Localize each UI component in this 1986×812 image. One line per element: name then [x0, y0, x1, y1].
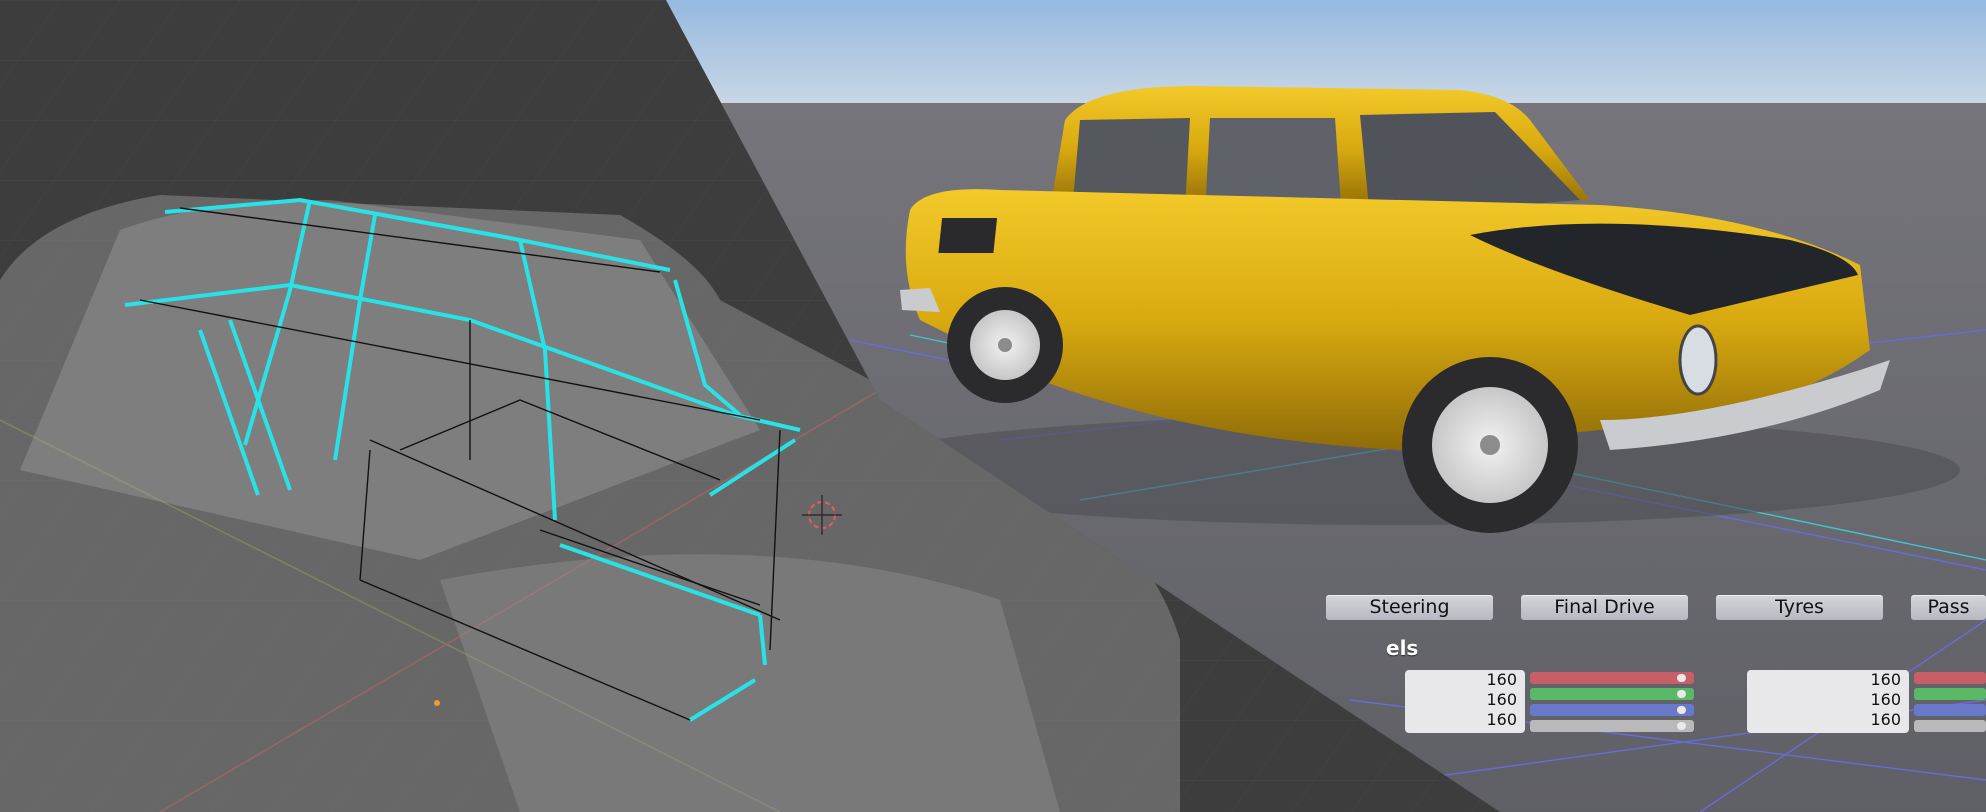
tab-pass[interactable]: Pass — [1911, 595, 1986, 620]
slider-knob[interactable] — [1677, 674, 1686, 682]
wheels-section-title: els — [1386, 636, 1419, 660]
value-blue: 160 — [1486, 710, 1517, 729]
origin-dot-icon — [434, 700, 440, 706]
settings-tab-bar: Steering Final Drive Tyres Pass — [1326, 595, 1986, 621]
blue-slider-2[interactable] — [1914, 704, 1986, 716]
value-green: 160 — [1486, 690, 1517, 709]
red-slider[interactable] — [1530, 672, 1694, 684]
tab-steering[interactable]: Steering — [1326, 595, 1493, 620]
gray-slider[interactable] — [1530, 720, 1694, 732]
tab-final-drive[interactable]: Final Drive — [1521, 595, 1688, 620]
slider-knob[interactable] — [1677, 706, 1686, 714]
value-green-2: 160 — [1870, 690, 1901, 709]
green-slider[interactable] — [1530, 688, 1694, 700]
wheel-values-box: 160 160 160 — [1405, 670, 1525, 733]
red-slider-2[interactable] — [1914, 672, 1986, 684]
value-red: 160 — [1486, 670, 1517, 689]
slider-knob[interactable] — [1677, 690, 1686, 698]
gray-slider-2[interactable] — [1914, 720, 1986, 732]
wheel-values-box-2: 160 160 160 — [1747, 670, 1909, 733]
value-red-2: 160 — [1870, 670, 1901, 689]
tab-tyres[interactable]: Tyres — [1716, 595, 1883, 620]
value-blue-2: 160 — [1870, 710, 1901, 729]
blue-slider[interactable] — [1530, 704, 1694, 716]
green-slider-2[interactable] — [1914, 688, 1986, 700]
slider-knob[interactable] — [1677, 722, 1686, 730]
